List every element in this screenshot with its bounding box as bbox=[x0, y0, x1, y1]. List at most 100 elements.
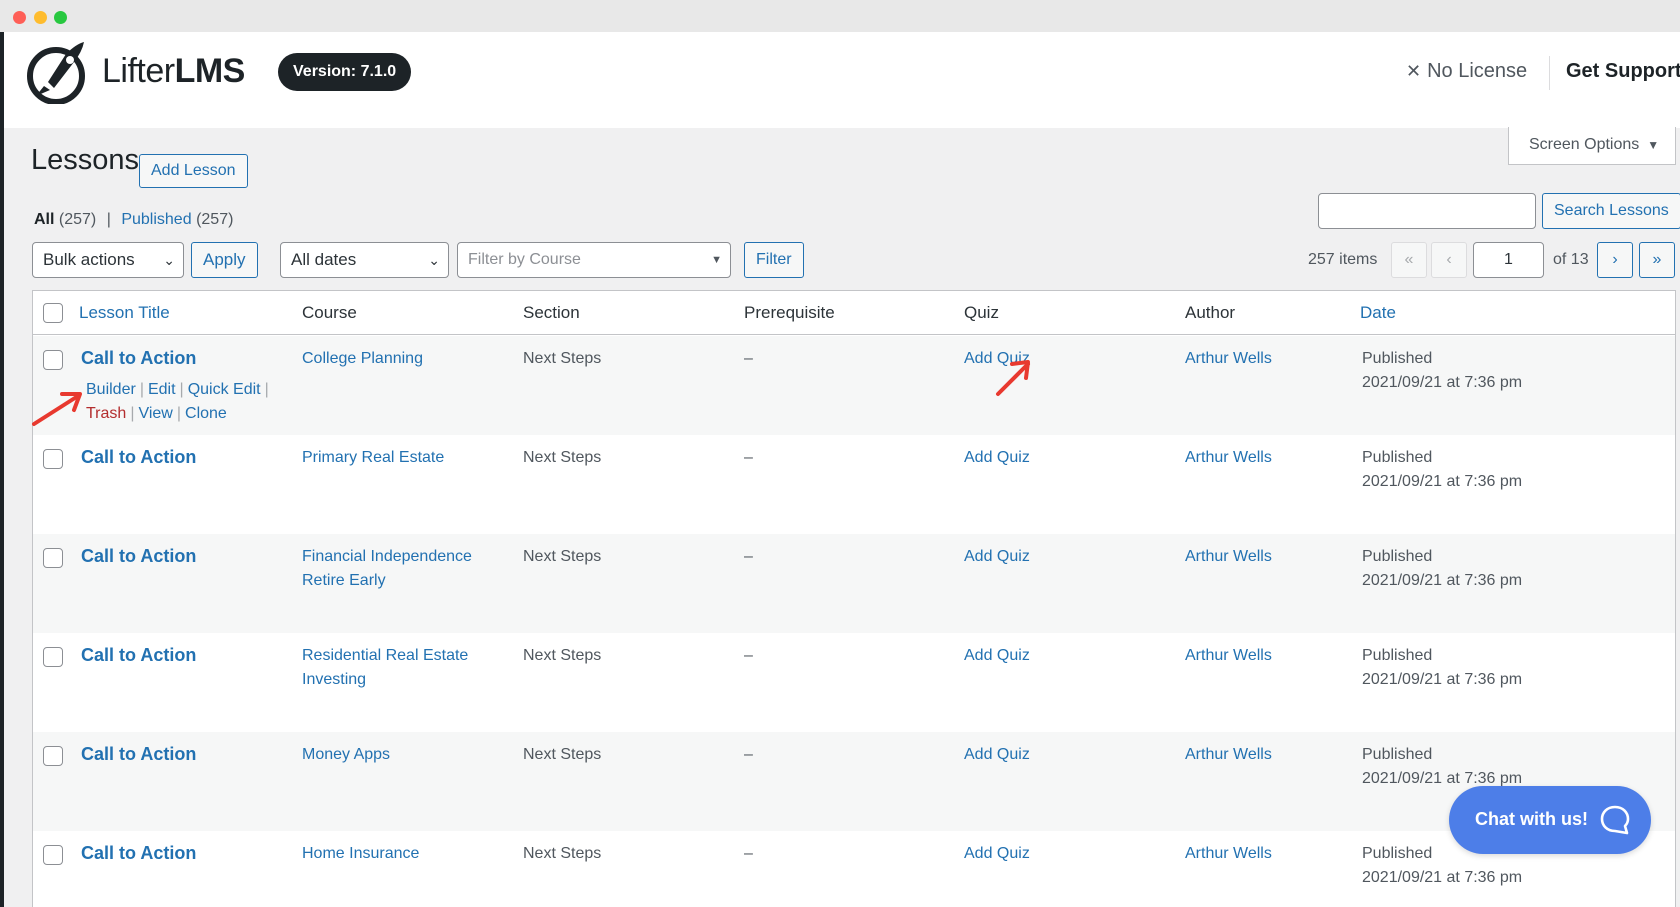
course-link-line2[interactable]: Retire Early bbox=[302, 569, 386, 593]
apply-button[interactable]: Apply bbox=[191, 242, 258, 278]
annotation-arrow-icon bbox=[32, 392, 82, 426]
author-link[interactable]: Arthur Wells bbox=[1185, 446, 1272, 470]
clone-link[interactable]: Clone bbox=[185, 405, 227, 422]
date-value: 2021/09/21 at 7:36 pm bbox=[1362, 572, 1523, 589]
course-link-line2[interactable]: Investing bbox=[302, 668, 366, 692]
page-title: Lessons bbox=[31, 144, 140, 176]
row-checkbox[interactable] bbox=[43, 845, 63, 865]
course-link[interactable]: Primary Real Estate bbox=[302, 446, 444, 470]
quick-edit-link[interactable]: Quick Edit bbox=[188, 381, 261, 398]
maximize-window-button[interactable] bbox=[54, 11, 67, 24]
total-pages: of 13 bbox=[1553, 251, 1589, 268]
admin-page: LifterLMS Version: 7.1.0 ✕ No License Get… bbox=[0, 32, 1680, 907]
annotation-arrow-icon bbox=[996, 360, 1030, 396]
filter-button[interactable]: Filter bbox=[744, 242, 804, 278]
version-badge: Version: 7.1.0 bbox=[278, 53, 412, 91]
author-link[interactable]: Arthur Wells bbox=[1185, 644, 1272, 668]
search-lessons-button[interactable]: Search Lessons bbox=[1542, 193, 1680, 229]
last-page-button[interactable]: » bbox=[1639, 242, 1675, 278]
minimize-window-button[interactable] bbox=[34, 11, 47, 24]
course-link[interactable]: Financial Independence bbox=[302, 545, 472, 569]
current-page-input[interactable]: 1 bbox=[1473, 242, 1544, 278]
date-value: 2021/09/21 at 7:36 pm bbox=[1362, 374, 1523, 391]
date-status: Published bbox=[1362, 350, 1433, 367]
row-checkbox[interactable] bbox=[43, 548, 63, 568]
add-quiz-link[interactable]: Add Quiz bbox=[964, 446, 1030, 470]
chevron-down-icon: ⌄ bbox=[163, 252, 175, 268]
lesson-title-link[interactable]: Call to Action bbox=[81, 643, 196, 667]
date-status: Published bbox=[1362, 449, 1433, 466]
row-checkbox[interactable] bbox=[43, 647, 63, 667]
date-value: 2021/09/21 at 7:36 pm bbox=[1362, 869, 1523, 886]
bulk-actions-select[interactable]: Bulk actions ⌄ bbox=[32, 242, 184, 278]
course-link[interactable]: Home Insurance bbox=[302, 842, 419, 866]
no-license-link[interactable]: ✕ No License bbox=[1406, 60, 1527, 83]
column-date[interactable]: Date bbox=[1360, 303, 1396, 323]
add-quiz-link[interactable]: Add Quiz bbox=[964, 743, 1030, 767]
lesson-title-link[interactable]: Call to Action bbox=[81, 346, 196, 370]
table-row: Call to Action Financial Independence Re… bbox=[33, 534, 1675, 633]
row-checkbox[interactable] bbox=[43, 350, 63, 370]
lesson-title-link[interactable]: Call to Action bbox=[81, 742, 196, 766]
row-actions-second-line: Trash | View | Clone bbox=[86, 405, 227, 422]
section-value: Next Steps bbox=[523, 845, 602, 862]
view-all-link[interactable]: All bbox=[34, 211, 54, 228]
table-row: Call to Action College Planning Next Ste… bbox=[33, 336, 1675, 435]
lesson-title-link[interactable]: Call to Action bbox=[81, 544, 196, 568]
prerequisite-value: – bbox=[744, 746, 753, 763]
table-header: Lesson Title Course Section Prerequisite… bbox=[33, 291, 1675, 335]
first-page-button[interactable]: « bbox=[1391, 242, 1427, 278]
column-lesson-title[interactable]: Lesson Title bbox=[79, 303, 170, 323]
view-link[interactable]: View bbox=[138, 405, 172, 422]
table-row: Call to Action Money Apps Next Steps – A… bbox=[33, 732, 1675, 831]
column-section: Section bbox=[523, 303, 580, 322]
course-link[interactable]: College Planning bbox=[302, 347, 423, 371]
author-link[interactable]: Arthur Wells bbox=[1185, 743, 1272, 767]
author-link[interactable]: Arthur Wells bbox=[1185, 545, 1272, 569]
date-status: Published bbox=[1362, 746, 1433, 763]
lesson-title-link[interactable]: Call to Action bbox=[81, 841, 196, 865]
lessons-table: Lesson Title Course Section Prerequisite… bbox=[32, 290, 1676, 907]
row-checkbox[interactable] bbox=[43, 449, 63, 469]
column-quiz: Quiz bbox=[964, 303, 999, 322]
section-value: Next Steps bbox=[523, 350, 602, 367]
date-value: 2021/09/21 at 7:36 pm bbox=[1362, 473, 1523, 490]
view-published-link[interactable]: Published bbox=[121, 211, 191, 228]
author-link[interactable]: Arthur Wells bbox=[1185, 347, 1272, 371]
builder-link[interactable]: Builder bbox=[86, 381, 136, 398]
get-support-link[interactable]: Get Support bbox=[1566, 60, 1680, 83]
course-link[interactable]: Residential Real Estate bbox=[302, 644, 468, 668]
next-page-button[interactable]: › bbox=[1597, 242, 1633, 278]
prerequisite-value: – bbox=[744, 449, 753, 466]
column-prerequisite: Prerequisite bbox=[744, 303, 835, 322]
course-link[interactable]: Money Apps bbox=[302, 743, 390, 767]
add-lesson-button[interactable]: Add Lesson bbox=[139, 154, 248, 188]
table-row: Call to Action Home Insurance Next Steps… bbox=[33, 831, 1675, 907]
close-window-button[interactable] bbox=[13, 11, 26, 24]
prerequisite-value: – bbox=[744, 845, 753, 862]
screen-options-button[interactable]: Screen Options ▼ bbox=[1508, 127, 1676, 165]
column-author: Author bbox=[1185, 303, 1236, 322]
trash-link[interactable]: Trash bbox=[86, 405, 126, 422]
edit-link[interactable]: Edit bbox=[148, 381, 176, 398]
prev-page-button[interactable]: ‹ bbox=[1431, 242, 1467, 278]
row-checkbox[interactable] bbox=[43, 746, 63, 766]
dates-select[interactable]: All dates ⌄ bbox=[280, 242, 449, 278]
table-row: Call to Action Residential Real Estate I… bbox=[33, 633, 1675, 732]
lifterlms-rocket-icon bbox=[27, 42, 85, 104]
row-actions: Builder | Edit | Quick Edit | bbox=[86, 381, 269, 398]
add-quiz-link[interactable]: Add Quiz bbox=[964, 545, 1030, 569]
add-quiz-link[interactable]: Add Quiz bbox=[964, 842, 1030, 866]
add-quiz-link[interactable]: Add Quiz bbox=[964, 644, 1030, 668]
author-link[interactable]: Arthur Wells bbox=[1185, 842, 1272, 866]
prerequisite-value: – bbox=[744, 350, 753, 367]
chat-with-us-button[interactable]: Chat with us! bbox=[1449, 786, 1651, 854]
select-all-checkbox[interactable] bbox=[43, 303, 63, 323]
close-icon: ✕ bbox=[1406, 61, 1422, 81]
course-filter-select[interactable]: Filter by Course ▼ bbox=[457, 242, 731, 278]
date-status: Published bbox=[1362, 647, 1433, 664]
section-value: Next Steps bbox=[523, 647, 602, 664]
date-status: Published bbox=[1362, 845, 1433, 862]
search-lessons-input[interactable] bbox=[1318, 193, 1536, 229]
lesson-title-link[interactable]: Call to Action bbox=[81, 445, 196, 469]
